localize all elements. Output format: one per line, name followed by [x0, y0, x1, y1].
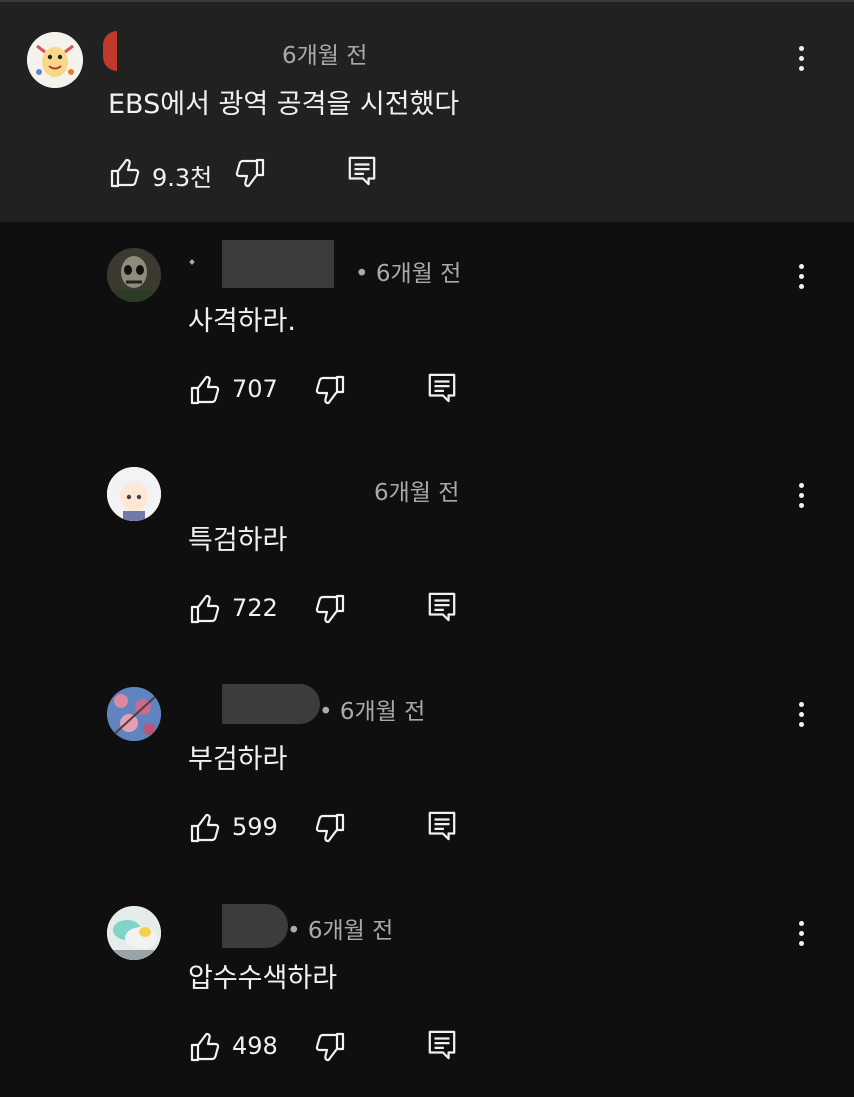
- username-redacted: [222, 240, 334, 288]
- thumbs-up-icon[interactable]: [109, 157, 141, 189]
- like-count: 599: [232, 813, 278, 841]
- more-vert-icon[interactable]: [791, 694, 811, 734]
- avatar[interactable]: [107, 906, 161, 960]
- thumbs-down-icon[interactable]: [314, 1031, 346, 1063]
- thumbs-down-icon[interactable]: [234, 157, 266, 189]
- thumbs-up-icon[interactable]: [189, 374, 221, 406]
- more-vert-icon[interactable]: [791, 913, 811, 953]
- reply-timestamp: • 6개월 전: [355, 261, 462, 287]
- thumbs-down-icon[interactable]: [314, 374, 346, 406]
- reply-icon[interactable]: [427, 1028, 457, 1062]
- more-vert-icon[interactable]: [791, 256, 811, 296]
- reply-icon[interactable]: [347, 154, 377, 188]
- highlighted-comment: 6개월 전 EBS에서 광역 공격을 시전했다 9.3천: [0, 0, 854, 222]
- username-redacted: [103, 31, 117, 71]
- reply-timestamp: • 6개월 전: [319, 699, 426, 725]
- thumbs-down-icon[interactable]: [314, 593, 346, 625]
- avatar[interactable]: [107, 687, 161, 741]
- thumbs-down-icon[interactable]: [314, 812, 346, 844]
- comment-text: EBS에서 광역 공격을 시전했다: [108, 89, 460, 120]
- more-vert-icon[interactable]: [791, 38, 811, 78]
- reply-text: 사격하라.: [188, 306, 296, 337]
- like-count: 498: [232, 1032, 278, 1060]
- thumbs-up-icon[interactable]: [189, 593, 221, 625]
- more-vert-icon[interactable]: [791, 475, 811, 515]
- like-count: 722: [232, 594, 278, 622]
- reply-icon[interactable]: [427, 809, 457, 843]
- username-redacted: [222, 684, 320, 724]
- reply-text: 특검하라: [188, 525, 288, 556]
- comment-timestamp: 6개월 전: [282, 43, 368, 69]
- like-count: 9.3천: [152, 164, 213, 192]
- reply-timestamp: 6개월 전: [374, 480, 460, 506]
- username-fragment: [189, 259, 195, 265]
- reply-icon[interactable]: [427, 371, 457, 405]
- avatar[interactable]: [107, 248, 161, 302]
- reply-timestamp: • 6개월 전: [287, 918, 394, 944]
- reply-text: 압수수색하라: [188, 963, 338, 994]
- thumbs-up-icon[interactable]: [189, 1031, 221, 1063]
- avatar[interactable]: [27, 32, 83, 88]
- username-redacted: [222, 904, 288, 948]
- thumbs-up-icon[interactable]: [189, 812, 221, 844]
- like-count: 707: [232, 375, 278, 403]
- reply-text: 부검하라: [188, 744, 288, 775]
- reply-icon[interactable]: [427, 590, 457, 624]
- avatar[interactable]: [107, 467, 161, 521]
